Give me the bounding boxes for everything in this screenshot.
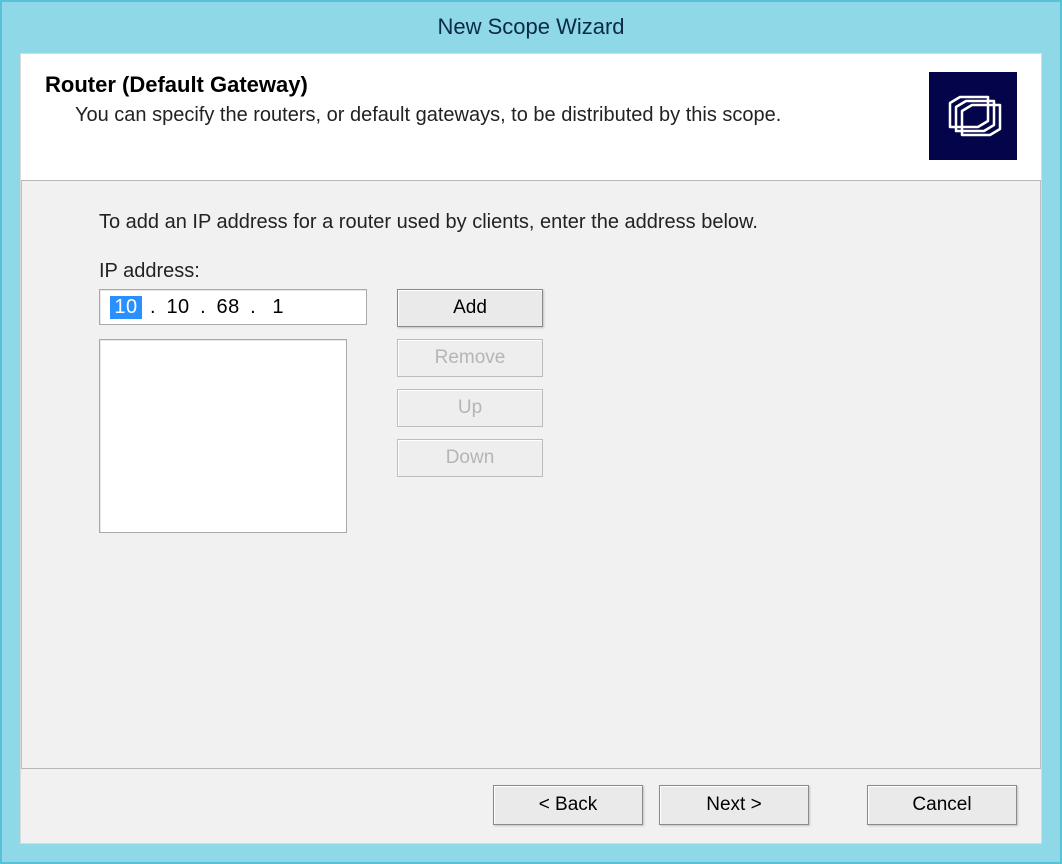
folder-icon — [929, 72, 1017, 160]
header-text: Router (Default Gateway) You can specify… — [45, 72, 913, 128]
wizard-body: To add an IP address for a router used b… — [21, 181, 1041, 768]
ip-octet-2[interactable]: 10 — [164, 296, 192, 319]
titlebar: New Scope Wizard — [2, 2, 1060, 53]
ip-dot: . — [142, 296, 164, 319]
down-button[interactable]: Down — [397, 439, 543, 477]
ip-address-list[interactable] — [99, 339, 347, 533]
page-title: Router (Default Gateway) — [45, 72, 913, 98]
add-button[interactable]: Add — [397, 289, 543, 327]
back-button[interactable]: < Back — [493, 785, 643, 825]
list-buttons: Add Remove Up Down — [397, 289, 543, 477]
ip-address-input[interactable]: 10 . 10 . 68 . 1 — [99, 289, 367, 325]
wizard-footer: < Back Next > Cancel — [21, 768, 1041, 843]
window-title: New Scope Wizard — [437, 14, 624, 40]
wizard-panel: Router (Default Gateway) You can specify… — [20, 53, 1042, 844]
wizard-header: Router (Default Gateway) You can specify… — [21, 54, 1041, 181]
ip-octet-3[interactable]: 68 — [214, 296, 242, 319]
cancel-button[interactable]: Cancel — [867, 785, 1017, 825]
ip-dot: . — [192, 296, 214, 319]
page-subtitle: You can specify the routers, or default … — [75, 102, 913, 128]
up-button[interactable]: Up — [397, 389, 543, 427]
ip-octet-1[interactable]: 10 — [110, 296, 142, 319]
ip-address-label: IP address: — [99, 260, 1017, 283]
ip-octet-4[interactable]: 1 — [264, 296, 292, 319]
instructions-text: To add an IP address for a router used b… — [99, 211, 1017, 234]
wizard-window: New Scope Wizard Router (Default Gateway… — [0, 0, 1062, 864]
remove-button[interactable]: Remove — [397, 339, 543, 377]
ip-dot: . — [242, 296, 264, 319]
client-area: Router (Default Gateway) You can specify… — [2, 53, 1060, 862]
footer-gap — [825, 785, 851, 825]
ip-row: 10 . 10 . 68 . 1 Add Remove Up — [99, 289, 1017, 533]
next-button[interactable]: Next > — [659, 785, 809, 825]
ip-column: 10 . 10 . 68 . 1 — [99, 289, 367, 533]
